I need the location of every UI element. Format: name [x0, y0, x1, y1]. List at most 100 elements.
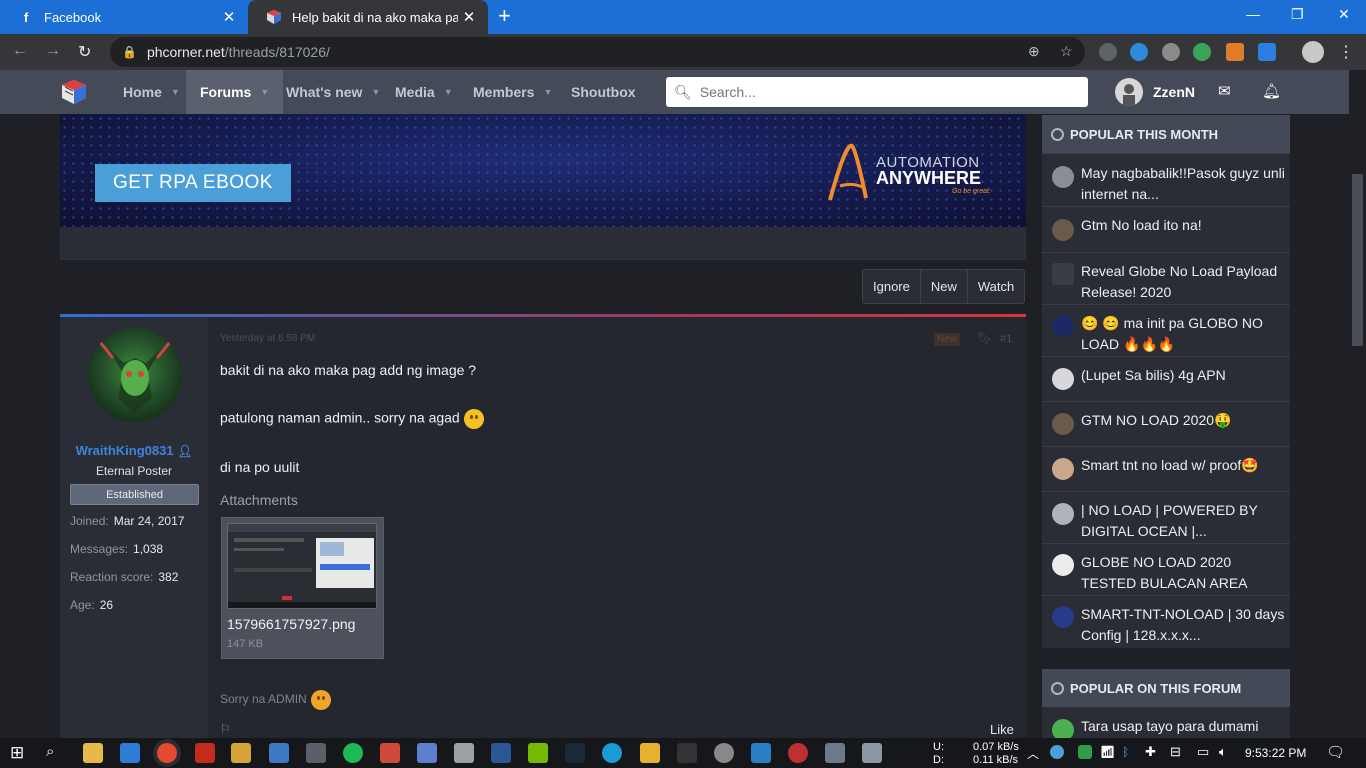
new-tab-icon[interactable]: + [498, 5, 511, 27]
post-number[interactable]: #1 [1000, 333, 1012, 345]
close-icon[interactable]: ✕ [218, 8, 240, 26]
app-icon[interactable] [640, 743, 660, 763]
pdf-icon[interactable] [195, 743, 215, 763]
address-bar[interactable]: 🔒 phcorner.net/threads/817026/ ⊕ ☆ [110, 37, 1085, 67]
list-item[interactable]: May nagbabalik!!Pasok guyz unli internet… [1042, 153, 1290, 206]
wifi-icon[interactable]: 📶︎ [1100, 745, 1115, 759]
network-icon[interactable]: ⊟ [1170, 744, 1181, 760]
nav-forums[interactable]: Forums ▼ [186, 70, 284, 114]
close-icon[interactable]: ✕ [458, 8, 480, 26]
list-item[interactable]: | NO LOAD | POWERED BY DIGITAL OCEAN |..… [1042, 491, 1290, 543]
attachment-filename[interactable]: 1579661757927.png [227, 616, 355, 632]
steam-icon[interactable] [565, 743, 585, 763]
close-window-icon[interactable]: ✕ [1338, 6, 1350, 23]
add-icon[interactable]: ⊕ [1028, 43, 1040, 60]
inbox-icon[interactable]: ✉ [1218, 82, 1231, 100]
app-icon[interactable] [602, 743, 622, 763]
minimize-icon[interactable]: — [1246, 6, 1260, 22]
list-item[interactable]: Smart tnt no load w/ proof🤩 [1042, 446, 1290, 491]
app-icon[interactable] [788, 743, 808, 763]
app-icon[interactable] [269, 743, 289, 763]
extension-icon[interactable] [1099, 43, 1117, 61]
volume-icon[interactable]: 🔈︎ [1219, 744, 1227, 760]
app-icon[interactable] [120, 743, 140, 763]
chrome-icon[interactable] [157, 743, 177, 763]
popular-forum-header: POPULAR ON THIS FORUM [1042, 669, 1290, 707]
menu-icon[interactable]: ⋮ [1338, 42, 1354, 62]
nvidia-icon[interactable] [528, 743, 548, 763]
attachment-thumbnail[interactable] [227, 523, 377, 609]
app-icon[interactable] [751, 743, 771, 763]
list-item[interactable]: 😊 😊 ma init pa GLOBO NO LOAD 🔥🔥🔥 [1042, 304, 1290, 356]
tab-facebook[interactable]: f Facebook ✕ [0, 0, 248, 34]
facebook-icon: f [23, 9, 29, 25]
app-icon[interactable] [231, 743, 251, 763]
app-icon[interactable] [454, 743, 474, 763]
vpn-shield-icon[interactable] [1258, 43, 1276, 61]
nav-whats-new[interactable]: What's new ▼ [274, 70, 392, 114]
page-scrollbar[interactable] [1349, 70, 1366, 738]
forward-icon[interactable]: → [45, 42, 61, 60]
search-icon[interactable]: ⌕ [46, 743, 54, 760]
url-text: phcorner.net/threads/817026/ [146, 44, 330, 60]
epic-games-icon[interactable] [677, 743, 697, 763]
list-item[interactable]: SMART-TNT-NOLOAD | 30 days Config | 128.… [1042, 595, 1290, 648]
phcorner-logo-icon[interactable] [60, 78, 88, 106]
profile-avatar[interactable] [1302, 41, 1324, 63]
reload-icon[interactable]: ↻ [78, 42, 91, 62]
search-box[interactable]: 🔍︎ [666, 77, 1088, 107]
app-icon[interactable] [714, 743, 734, 763]
new-button[interactable]: New [919, 270, 967, 303]
bluetooth-icon[interactable]: ᛒ [1122, 745, 1129, 759]
spotify-icon[interactable] [343, 743, 363, 763]
tray-icon[interactable] [1078, 745, 1092, 759]
windows-start-icon[interactable]: ⊞ [10, 743, 24, 763]
back-icon[interactable]: ← [12, 42, 28, 60]
post-date[interactable]: Yesterday at 6:58 PM [220, 333, 315, 344]
chevron-up-icon[interactable]: ︿ [1027, 745, 1039, 762]
post-line: di na po uulit [220, 459, 300, 475]
list-item[interactable]: GTM NO LOAD 2020🤑 [1042, 401, 1290, 446]
user-avatar[interactable] [1115, 78, 1143, 106]
clock[interactable]: 9:53:22 PM [1245, 746, 1306, 760]
extension-icon[interactable] [1193, 43, 1211, 61]
report-flag-icon[interactable]: ⚐ [220, 722, 231, 736]
bookmark-star-icon[interactable]: ☆ [1060, 43, 1073, 60]
nav-shoutbox[interactable]: Shoutbox [559, 70, 648, 114]
tab-phcorner[interactable]: Help bakit di na ako maka pag ad ✕ [248, 0, 488, 34]
nav-members[interactable]: Members ▼ [461, 70, 564, 114]
battery-icon[interactable]: ▭ [1197, 744, 1209, 760]
list-item[interactable]: GLOBE NO LOAD 2020 TESTED BULACAN AREA [1042, 543, 1290, 595]
app-icon[interactable] [825, 743, 845, 763]
like-button[interactable]: Like [990, 722, 1014, 737]
app-icon[interactable] [417, 743, 437, 763]
ignore-button[interactable]: Ignore [863, 270, 920, 303]
app-icon[interactable] [306, 743, 326, 763]
nav-media[interactable]: Media ▼ [383, 70, 465, 114]
list-item[interactable]: Reveal Globe No Load Payload Release! 20… [1042, 252, 1290, 304]
list-item[interactable]: (Lupet Sa bilis) 4g APN [1042, 356, 1290, 401]
author-avatar[interactable] [88, 328, 182, 422]
app-icon[interactable] [380, 743, 400, 763]
list-item[interactable]: Tara usap tayo para dumami [1042, 707, 1290, 738]
bell-icon[interactable]: 🔔︎ [1262, 82, 1281, 100]
nav-home[interactable]: Home ▼ [111, 70, 192, 114]
author-name[interactable]: WraithKing0831 👤︎ [60, 443, 208, 458]
adblock-icon[interactable] [1162, 43, 1180, 61]
word-icon[interactable] [491, 743, 511, 763]
extension-icon[interactable] [1130, 43, 1148, 61]
app-icon[interactable] [862, 743, 882, 763]
scrollbar-thumb[interactable] [1352, 174, 1363, 346]
restore-icon[interactable]: ❐ [1291, 6, 1304, 23]
get-rpa-ebook-button[interactable]: GET RPA EBOOK [95, 164, 291, 202]
search-input[interactable] [699, 84, 1080, 100]
tray-icon[interactable] [1050, 745, 1064, 759]
watch-button[interactable]: Watch [966, 270, 1024, 303]
shield-icon[interactable] [1226, 43, 1244, 61]
list-item[interactable]: Gtm No load ito na! [1042, 206, 1290, 252]
notification-icon[interactable]: 🗨︎ [1326, 743, 1345, 761]
bookmark-icon[interactable]: 🔖︎ [977, 331, 992, 345]
username[interactable]: ZzenN [1153, 84, 1195, 100]
file-explorer-icon[interactable] [83, 743, 103, 763]
tray-icon[interactable]: ✚ [1145, 744, 1156, 760]
